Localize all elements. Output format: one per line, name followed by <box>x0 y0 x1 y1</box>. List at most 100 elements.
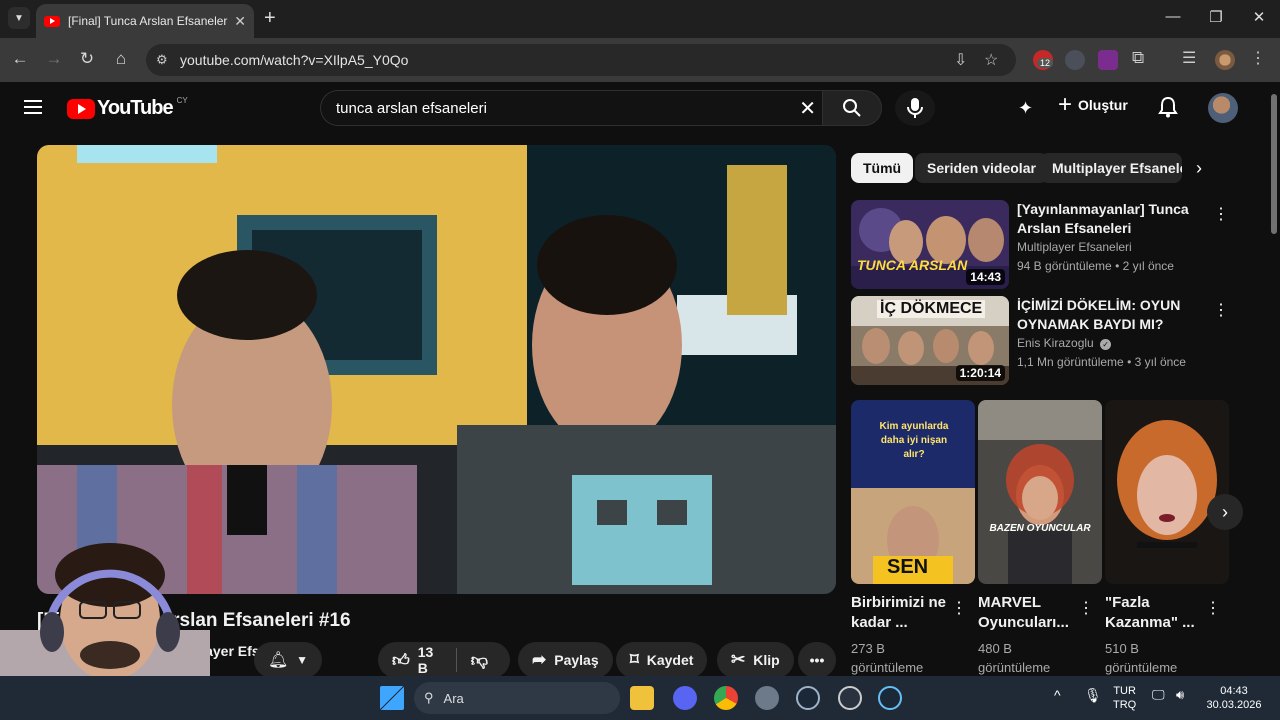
more-vertical-icon[interactable]: ⋮ <box>1213 204 1229 224</box>
bookmark-star-icon[interactable]: ☆ <box>984 50 998 70</box>
more-horizontal-icon: ••• <box>809 652 825 668</box>
extension-badge: 12 <box>1037 58 1054 68</box>
address-bar[interactable]: ⚙ youtube.com/watch?v=XIlpA5_Y0Qo ⇩ ☆ <box>146 44 1016 76</box>
channel-name[interactable]: Enis Kirazoglu ✓ <box>1017 336 1112 350</box>
plus-icon: + <box>1058 91 1073 118</box>
notifications-bell-icon[interactable] <box>1158 96 1178 123</box>
steam-client-icon[interactable] <box>878 686 902 710</box>
browser-tab[interactable]: [Final] Tunca Arslan Efsaneleri #16 ✕ <box>36 4 254 38</box>
share-button[interactable]: ➦ Paylaş <box>518 642 613 678</box>
video-thumbnail[interactable]: İÇ DÖKMECE 1:20:14 <box>851 296 1009 385</box>
short-title[interactable]: "Fazla Kazanma" ... <box>1105 593 1205 633</box>
app-icon[interactable] <box>838 686 862 710</box>
tray-expand-icon[interactable]: ^ <box>1054 688 1061 702</box>
clock[interactable]: 04:43 30.03.2026 <box>1204 684 1264 712</box>
youtube-play-icon <box>67 98 95 119</box>
chevron-right-icon[interactable]: › <box>1196 158 1202 179</box>
tab-search-button[interactable]: ▼ <box>8 7 30 29</box>
search-input[interactable]: tunca arslan efsaneleri ✕ <box>320 90 822 126</box>
more-actions-button[interactable]: ••• <box>798 642 836 678</box>
maximize-button[interactable]: ❐ <box>1206 8 1226 26</box>
user-avatar[interactable] <box>1208 93 1238 123</box>
media-controls-icon[interactable]: ☰ <box>1182 48 1202 68</box>
cast-icon[interactable]: ✦ <box>1018 98 1033 119</box>
save-button[interactable]: ⌑ Kaydet <box>616 642 708 678</box>
close-window-button[interactable]: ✕ <box>1249 8 1269 26</box>
dislike-icon[interactable]: 👎︎ <box>471 650 488 671</box>
taskbar-search[interactable]: ⚲ Ara <box>414 682 620 714</box>
microphone-tray-icon[interactable]: 🎙︎ <box>1084 688 1102 702</box>
network-icon[interactable]: 🖵︎ <box>1152 688 1165 702</box>
short-item[interactable]: "Fazla Kazanma" ... 510 B görüntüleme ⋮ <box>1105 400 1229 677</box>
clear-search-icon[interactable]: ✕ <box>799 96 816 121</box>
subscribed-notifications-button[interactable]: 🔔︎ ▼ <box>254 642 322 678</box>
search-button[interactable] <box>822 90 882 126</box>
create-button[interactable]: + Oluştur <box>1058 91 1128 118</box>
keyboard-layout: TRQ <box>1113 699 1137 711</box>
more-vertical-icon[interactable]: ⋮ <box>1078 598 1094 618</box>
steam-icon[interactable] <box>796 686 820 710</box>
youtube-favicon-icon <box>44 15 60 27</box>
input-language[interactable]: TUR TRQ <box>1113 684 1136 712</box>
home-icon[interactable]: ⌂ <box>110 49 132 69</box>
like-count[interactable]: 13 B <box>418 644 440 676</box>
chip-all[interactable]: Tümü <box>851 153 914 183</box>
chip-multiplayer-efsaneleri[interactable]: Multiplayer Efsaneleri <box>1040 153 1182 183</box>
forward-icon[interactable]: → <box>43 49 65 69</box>
site-settings-icon[interactable]: ⚙ <box>156 52 168 68</box>
short-thumbnail[interactable] <box>1105 400 1229 584</box>
purple-extension-icon[interactable] <box>1098 50 1118 70</box>
video-frame-image <box>37 145 836 594</box>
thumbnail-text: İÇ DÖKMECE <box>877 300 986 318</box>
short-item[interactable]: BAZEN OYUNCULAR MARVEL Oyuncuları... 480… <box>978 400 1102 677</box>
minimize-button[interactable]: — <box>1163 8 1183 25</box>
short-thumbnail[interactable]: BAZEN OYUNCULAR <box>978 400 1102 584</box>
file-explorer-icon[interactable] <box>630 686 654 710</box>
clock-date: 30.03.2026 <box>1206 699 1262 711</box>
video-thumbnail[interactable]: TUNCA ARSLAN 14:43 <box>851 200 1009 289</box>
new-tab-button[interactable]: + <box>264 8 276 28</box>
tab-close-icon[interactable]: ✕ <box>234 13 246 30</box>
install-app-icon[interactable]: ⇩ <box>954 50 967 70</box>
windows-start-icon[interactable] <box>380 686 404 710</box>
voice-search-button[interactable] <box>895 90 935 126</box>
back-icon[interactable]: ← <box>9 49 31 69</box>
discord-icon[interactable] <box>673 686 697 710</box>
profile-avatar-icon[interactable] <box>1215 50 1235 70</box>
windows-taskbar: ⚲ Ara ^ 🎙︎ TUR TRQ 🖵︎ 🔊︎ 04:43 30.03.202… <box>0 676 1280 720</box>
more-vertical-icon[interactable]: ⋮ <box>1213 300 1229 320</box>
recommended-video[interactable]: TUNCA ARSLAN 14:43 [Yayınlanmayanlar] Tu… <box>851 200 1261 290</box>
more-vertical-icon[interactable]: ⋮ <box>951 598 967 618</box>
more-vertical-icon[interactable]: ⋮ <box>1205 598 1221 618</box>
video-meta: 1,1 Mn görüntüleme • 3 yıl önce <box>1017 355 1186 369</box>
video-title[interactable]: İÇİMİZİ DÖKELİM: OYUN OYNAMAK BAYDI MI? <box>1017 296 1197 334</box>
short-item[interactable]: Kim ayunlarda daha iyi nişan alır? SEN B… <box>851 400 975 677</box>
channel-name[interactable]: Multiplayer Efsaneleri <box>1017 240 1132 254</box>
video-title[interactable]: [Yayınlanmayanlar] Tunca Arslan Efsanele… <box>1017 200 1197 238</box>
browser-menu-icon[interactable]: ⋮ <box>1250 48 1270 68</box>
extensions-puzzle-icon[interactable]: ⧉ <box>1132 48 1152 68</box>
chevron-down-icon: ▼ <box>296 653 309 667</box>
settings-gear-icon[interactable] <box>755 686 779 710</box>
short-title[interactable]: Birbirimizi ne kadar ... <box>851 593 951 633</box>
share-icon: ➦ <box>532 650 547 669</box>
chrome-icon[interactable] <box>714 686 738 710</box>
like-icon[interactable]: 👍︎ <box>392 650 410 671</box>
channel-name-text: Enis Kirazoglu <box>1017 336 1094 350</box>
shorts-next-button[interactable]: › <box>1207 494 1243 530</box>
youtube-logo[interactable]: YouTube CY <box>67 96 188 120</box>
hamburger-menu-icon[interactable] <box>24 100 42 114</box>
video-player[interactable] <box>37 145 836 594</box>
short-views: 480 B görüntüleme <box>978 641 1051 675</box>
scrollbar-thumb[interactable] <box>1271 94 1277 234</box>
page-scrollbar[interactable] <box>1268 82 1280 676</box>
short-thumbnail[interactable]: Kim ayunlarda daha iyi nişan alır? SEN <box>851 400 975 584</box>
reload-icon[interactable]: ↻ <box>76 49 98 69</box>
volume-icon[interactable]: 🔊︎ <box>1176 688 1184 702</box>
shield-extension-icon[interactable] <box>1065 50 1085 70</box>
search-icon: ⚲ <box>424 690 434 705</box>
short-title[interactable]: MARVEL Oyuncuları... <box>978 593 1078 633</box>
clip-button[interactable]: ✂ Klip <box>717 642 794 678</box>
chip-series-videos[interactable]: Seriden videolar <box>915 153 1048 183</box>
recommended-video[interactable]: İÇ DÖKMECE 1:20:14 İÇİMİZİ DÖKELİM: OYUN… <box>851 296 1261 386</box>
